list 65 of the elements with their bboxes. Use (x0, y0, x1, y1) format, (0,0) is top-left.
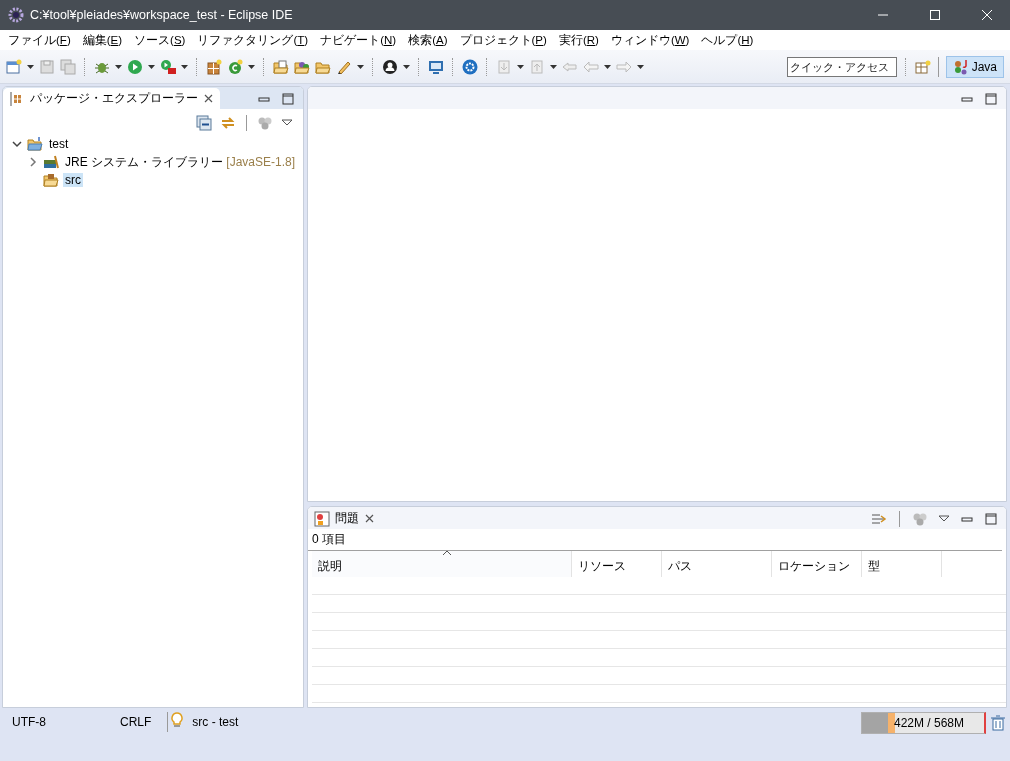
menu-item[interactable]: ヘルプ(H) (695, 32, 760, 48)
new-window-icon[interactable] (6, 58, 22, 75)
eclipse-logo-icon (8, 7, 24, 23)
column-header[interactable]: 説明 (312, 551, 572, 577)
run-toolbox-icon[interactable] (160, 58, 176, 75)
dropdown-caret-icon[interactable] (248, 64, 255, 69)
run-icon[interactable] (127, 58, 143, 75)
menu-item[interactable]: ファイル(F) (2, 32, 77, 48)
encoding-label: UTF-8 (11, 714, 47, 731)
perspective-button[interactable]: Java (945, 55, 1004, 78)
menu-item[interactable]: ウィンドウ(W) (604, 32, 696, 48)
maximize-window-icon[interactable] (930, 10, 940, 20)
trash-icon[interactable] (990, 715, 1006, 731)
tree-item[interactable]: src (63, 173, 83, 187)
maximize-icon[interactable] (984, 511, 998, 526)
dropdown-caret-icon[interactable] (550, 64, 557, 69)
menu-item[interactable]: リファクタリング(T) (191, 32, 315, 48)
chevron-right-icon[interactable] (27, 156, 39, 168)
maximize-icon[interactable] (281, 91, 295, 106)
open-folder-icon[interactable] (273, 58, 289, 75)
view-tab[interactable]: パッケージ・エクスプローラー (3, 88, 220, 109)
dropdown-caret-icon[interactable] (27, 64, 34, 69)
link-editor-icon[interactable] (220, 115, 236, 131)
sort-ascending-icon (441, 550, 452, 556)
menu-item[interactable]: ソース(S) (128, 32, 192, 48)
collapse-all-icon[interactable] (196, 115, 212, 131)
monitor-icon[interactable] (428, 58, 444, 75)
dropdown-caret-icon[interactable] (148, 64, 155, 69)
new-class-icon[interactable] (227, 58, 243, 75)
tree-item[interactable]: test (47, 137, 71, 151)
close-icon[interactable] (364, 513, 375, 524)
menu-item[interactable]: 編集(E) (76, 32, 129, 48)
package-grid-icon[interactable] (206, 58, 222, 75)
dropdown-caret-icon[interactable] (181, 64, 188, 69)
java-perspective-icon (952, 58, 969, 75)
dropdown-caret-icon[interactable] (357, 64, 364, 69)
line-delimiter-label: CRLF (119, 714, 153, 731)
view-menu-icon[interactable] (281, 118, 293, 128)
lightbulb-icon (170, 712, 185, 728)
close-icon[interactable] (203, 93, 214, 104)
dropdown-caret-icon[interactable] (637, 64, 644, 69)
menu-item[interactable]: ナビゲート(N) (314, 32, 403, 48)
selection-label: src - test (191, 714, 240, 731)
close-window-icon[interactable] (982, 10, 992, 20)
menu-item[interactable]: 実行(R) (552, 32, 605, 48)
dropdown-caret-icon[interactable] (517, 64, 524, 69)
user-circle-icon[interactable] (382, 58, 398, 75)
heap-reading: 422M / 568M (893, 716, 965, 730)
tree-item[interactable]: JRE システム・ライブラリー [JavaSE-1.8] (63, 153, 298, 171)
books-icon[interactable] (43, 154, 59, 170)
project-folder-icon[interactable] (27, 136, 43, 152)
problems-icon (314, 510, 330, 527)
quick-access-field[interactable]: クイック・アクセス (786, 56, 897, 77)
window-title: C:¥tool¥pleiades¥workspace_test - Eclipse IDE (30, 8, 294, 22)
maximize-icon[interactable] (984, 91, 998, 106)
view-menu-icon[interactable] (938, 513, 950, 524)
dropdown-caret-icon[interactable] (403, 64, 410, 69)
dropdown-caret-icon[interactable] (115, 64, 122, 69)
dropdown-caret-icon[interactable] (604, 64, 611, 69)
menu-item[interactable]: プロジェクト(P) (453, 32, 553, 48)
menu-item[interactable]: 検索(A) (402, 32, 454, 48)
settings-icon[interactable] (462, 58, 478, 75)
package-folder-icon[interactable] (43, 172, 59, 188)
open-perspective-icon[interactable] (914, 58, 931, 75)
chevron-down-icon[interactable] (11, 138, 23, 150)
